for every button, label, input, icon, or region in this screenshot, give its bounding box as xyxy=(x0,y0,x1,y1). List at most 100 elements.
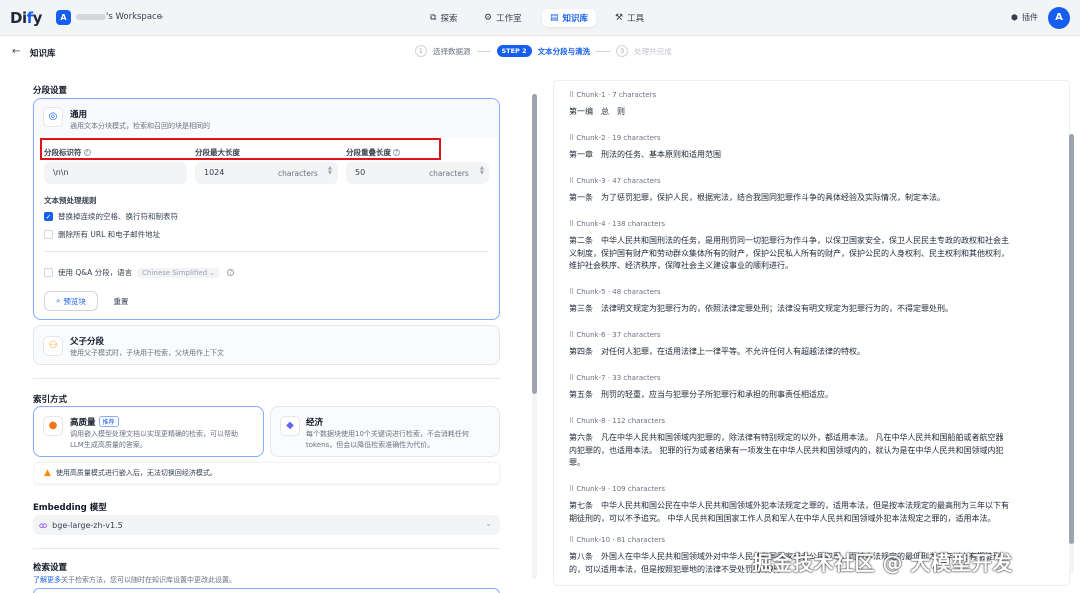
divider xyxy=(33,378,500,379)
plugin-label: 插件 xyxy=(1022,13,1038,22)
chunk-meta: ⠿ Chunk-5 · 48 characters xyxy=(569,288,661,296)
chunk-meta: ⠿ Chunk-8 · 112 characters xyxy=(569,417,665,425)
workspace-name-redacted xyxy=(76,14,106,20)
preview-label: 预览块 xyxy=(63,296,86,306)
qa-option[interactable]: 使用 Q&A 分段，语言 Chinese Simplified ⌄ ? xyxy=(44,267,235,278)
chunk-text-line: 第二条 中华人民共和国刑法的任务，是用刑罚同一切犯罪行为作斗争，以保卫国家安全，… xyxy=(569,236,1009,245)
embedding-model-select[interactable]: ꝏ bge-large-zh-v1.5 ⌄ xyxy=(33,515,500,535)
overlap-stepper[interactable]: ▲ ▼ xyxy=(480,166,484,176)
plugin-button[interactable]: ⬢ 插件 xyxy=(1011,12,1038,23)
index-economy-card[interactable]: ◆ 经济 每个数据块使用10个关键词进行检索，不会消耗任何 tokens，但会以… xyxy=(270,406,500,457)
economy-title: 经济 xyxy=(306,418,324,428)
warning-text: 使用高质量模式进行嵌入后，无法切换回经济模式。 xyxy=(55,469,217,477)
search-icon: ⌕ xyxy=(56,296,61,305)
help-icon[interactable]: ? xyxy=(227,269,235,276)
reset-button[interactable]: 重置 xyxy=(106,291,136,311)
general-chunk-card[interactable]: ◎ 通用 通用文本分块模式，检索和召回的块是相同的 分段标识符? 分段最大长度 … xyxy=(33,98,500,320)
overlap-unit: characters xyxy=(429,169,469,178)
qa-language-select[interactable]: Chinese Simplified ⌄ xyxy=(137,267,221,278)
step-connector xyxy=(596,50,611,52)
preprocess-title: 文本预处理规则 xyxy=(44,196,97,205)
user-avatar[interactable]: A xyxy=(1048,7,1070,29)
chunk-text-line: 义制度，保护国有财产和劳动群众集体所有的财产，保护公民私人所有的财产，保护公民的… xyxy=(569,248,1009,258)
sub-header: ← 知识库 1 选择数据源 STEP 2 文本分段与清洗 3 处理并完成 xyxy=(0,36,1080,66)
parent-child-title: 父子分段 xyxy=(70,337,105,347)
settings-panel: 分段设置 ◎ 通用 通用文本分块模式，检索和召回的块是相同的 分段标识符? 分段… xyxy=(33,66,501,593)
nav-explore[interactable]: ⧉ 探索 xyxy=(422,9,465,27)
high-quality-desc-2: LLM生成高质量的答案。 xyxy=(70,441,147,449)
chunk-meta-text: Chunk-5 · 48 characters xyxy=(576,288,661,296)
index-high-quality-card[interactable]: ● 高质量 推荐 调用嵌入模型处理文档以实现更精确的检索，可以帮助 LLM生成高质… xyxy=(33,406,264,457)
left-scrollbar-thumb[interactable] xyxy=(532,94,537,394)
nav-knowledge[interactable]: ▤ 知识库 xyxy=(542,9,597,27)
nav-knowledge-label: 知识库 xyxy=(562,14,589,24)
max-length-stepper[interactable]: ▲ ▼ xyxy=(328,166,332,176)
divider xyxy=(33,548,500,549)
chevron-down-icon: ⌄ xyxy=(485,519,492,528)
chunk-meta-text: Chunk-6 · 37 characters xyxy=(576,331,661,339)
warning-icon: ▲ xyxy=(44,468,51,478)
nav-studio[interactable]: ⚙ 工作室 xyxy=(476,9,530,27)
retrieval-title: 检索设置 xyxy=(33,563,68,573)
explore-icon: ⧉ xyxy=(430,13,437,23)
left-scrollbar[interactable] xyxy=(532,94,537,579)
chunk-meta: ⠿ Chunk-1 · 7 characters xyxy=(569,91,656,99)
rule-replace-whitespace[interactable]: ✓ 替换掉连续的空格、换行符和制表符 xyxy=(44,211,178,222)
parent-child-chunk-card[interactable]: ⚇ 父子分段 使用父子模式时，子块用于检索，父块用作上下文 xyxy=(33,325,500,365)
parent-child-icon: ⚇ xyxy=(43,336,63,356)
plugin-icon: ⬢ xyxy=(1011,13,1018,22)
retrieval-desc: 了解更多关于检索方法，您可以随时在知识库设置中更改此设置。 xyxy=(33,576,236,584)
learn-more-link[interactable]: 了解更多 xyxy=(33,576,61,584)
parent-child-desc: 使用父子模式时，子块用于检索，父块用作上下文 xyxy=(70,349,224,357)
chunk-text-line: 第五条 刑罚的轻重，应当与犯罪分子所犯罪行和承担的刑事责任相适应。 xyxy=(569,390,833,399)
top-navbar: Dify A 's Workspace ⌄ ⧉ 探索 ⚙ 工作室 ▤ 知识库 ⚒… xyxy=(0,0,1080,36)
watermark: 掘金技术社区 @ 大模型开发 xyxy=(752,551,1013,575)
economy-desc-1: 每个数据块使用10个关键词进行检索，不会消耗任何 xyxy=(306,430,469,438)
preview-chunks-button[interactable]: ⌕ 预览块 xyxy=(44,291,98,311)
step-3-label: 处理并完成 xyxy=(634,46,672,56)
recommend-badge: 推荐 xyxy=(98,416,119,427)
chunk-text-line: 第七条 中华人民共和国公民在中华人民共和国领域外犯本法规定之罪的，适用本法，但是… xyxy=(569,501,1009,510)
chunk-meta-text: Chunk-2 · 19 characters xyxy=(576,134,661,142)
embedding-title: Embedding 模型 xyxy=(33,503,107,513)
workspace-avatar[interactable]: A xyxy=(56,10,71,25)
step-3-number: 3 xyxy=(616,45,629,57)
chunk-meta-text: Chunk-8 · 112 characters xyxy=(576,417,666,425)
retrieval-card-edge[interactable] xyxy=(33,588,500,593)
workspace-name[interactable]: 's Workspace xyxy=(106,12,162,22)
qa-label: 使用 Q&A 分段，语言 xyxy=(58,268,133,277)
back-arrow-icon[interactable]: ← xyxy=(12,46,20,57)
delimiter-input[interactable]: \n\n xyxy=(44,162,187,184)
chunk-meta: ⠿ Chunk-7 · 33 characters xyxy=(569,374,661,382)
chunk-preview-panel: ⠿ Chunk-1 · 7 characters 第一编 总 则 ⠿ Chunk-2… xyxy=(553,80,1070,586)
chunk-text-line: 第一编 总 则 xyxy=(569,107,625,116)
high-quality-desc-1: 调用嵌入模型处理文档以实现更精确的检索，可以帮助 xyxy=(70,430,238,438)
embedding-model-value: bge-large-zh-v1.5 xyxy=(52,520,123,530)
chunk-meta-text: Chunk-1 · 7 characters xyxy=(576,91,657,99)
rule-remove-urls[interactable]: 删除所有 URL 和电子邮件地址 xyxy=(44,229,160,240)
dify-logo[interactable]: Dify xyxy=(10,9,42,27)
checkbox-checked-icon[interactable]: ✓ xyxy=(44,212,53,221)
checkbox-unchecked-icon[interactable] xyxy=(44,230,53,239)
chunk-meta-text: Chunk-10 · 81 characters xyxy=(576,536,666,544)
right-scrollbar-thumb[interactable] xyxy=(1069,134,1074,544)
step-1-label: 选择数据源 xyxy=(433,46,471,56)
segment-settings-title: 分段设置 xyxy=(33,86,68,96)
general-desc: 通用文本分块模式，检索和召回的块是相同的 xyxy=(70,122,210,130)
chunk-text-line: 内犯罪的，也适用本法。 犯罪的行为或者结果有一项发生在中华人民共和国领域内的，就… xyxy=(569,445,1004,455)
checkbox-unchecked-icon[interactable] xyxy=(44,268,53,277)
chunk-meta: ⠿ Chunk-2 · 19 characters xyxy=(569,134,661,142)
chevron-down-icon[interactable]: ⌄ xyxy=(158,11,165,20)
chunk-text-line: 维护社会秩序、经济秩序，保障社会主义建设事业的顺利进行。 xyxy=(569,261,793,271)
general-title: 通用 xyxy=(70,110,88,120)
index-method-title: 索引方式 xyxy=(33,395,68,405)
chunk-text-line: 第一条 为了惩罚犯罪，保护人民，根据宪法，结合我国同犯罪作斗争的具体经验及实际情… xyxy=(569,193,945,202)
chunk-meta: ⠿ Chunk-6 · 37 characters xyxy=(569,331,661,339)
chunk-meta-text: Chunk-3 · 47 characters xyxy=(576,177,661,185)
step-1-number: 1 xyxy=(415,45,427,57)
right-scrollbar[interactable] xyxy=(1069,134,1074,574)
step-2-pill: STEP 2 xyxy=(496,45,532,57)
studio-icon: ⚙ xyxy=(484,13,493,23)
nav-tools[interactable]: ⚒ 工具 xyxy=(607,9,652,27)
chunk-meta-text: Chunk-4 · 138 characters xyxy=(576,220,666,228)
